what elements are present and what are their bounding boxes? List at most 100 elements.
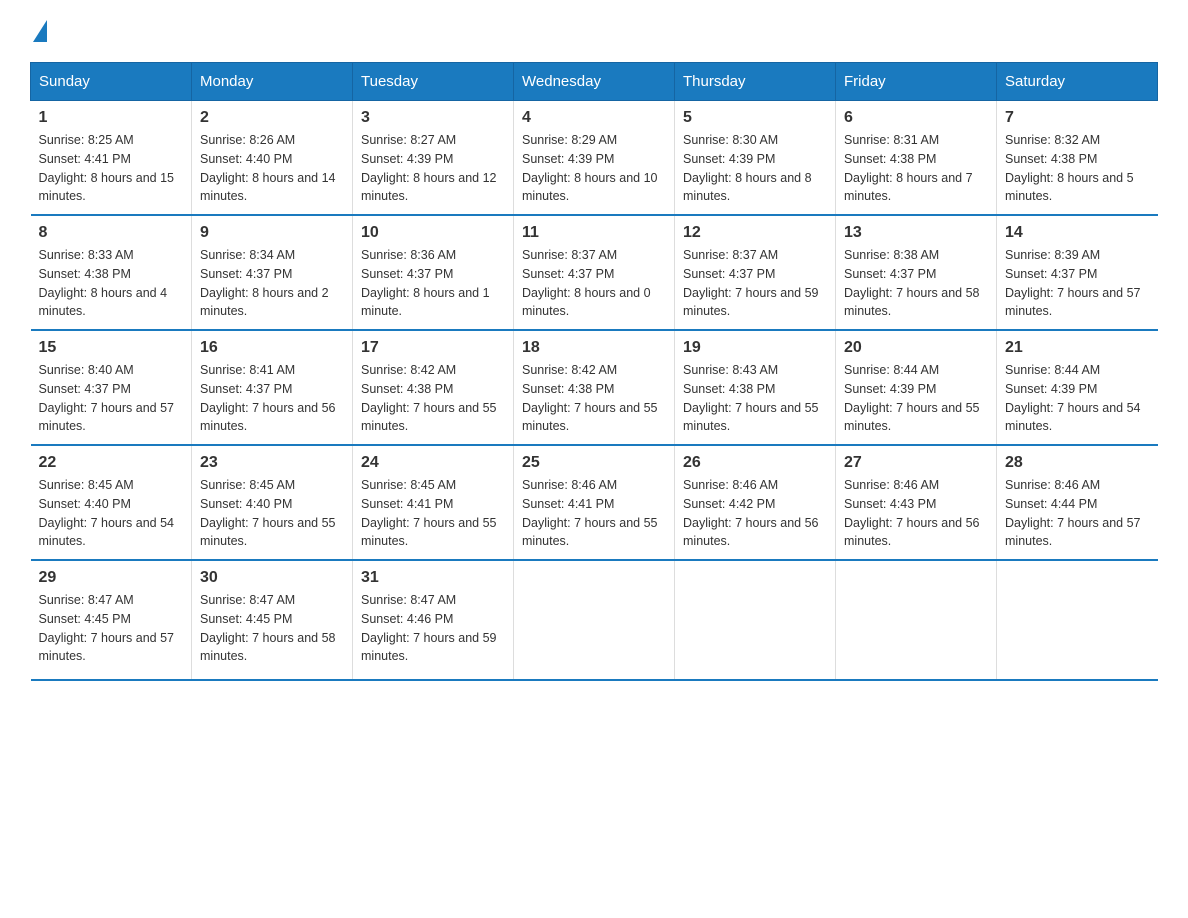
calendar-cell: 3Sunrise: 8:27 AMSunset: 4:39 PMDaylight…	[353, 101, 514, 216]
calendar-cell: 7 Sunrise: 8:32 AMSunset: 4:38 PMDaylight…	[997, 101, 1158, 216]
weekday-header-tuesday: Tuesday	[353, 63, 514, 101]
day-number: 17	[361, 339, 505, 357]
calendar-cell: 6Sunrise: 8:31 AMSunset: 4:38 PMDaylight…	[836, 101, 997, 216]
day-info: Sunrise: 8:46 AMSunset: 4:44 PMDaylight:…	[1005, 476, 1150, 551]
calendar-cell: 29 Sunrise: 8:47 AMSunset: 4:45 PMDayligh…	[31, 560, 192, 680]
calendar-week-row: 29 Sunrise: 8:47 AMSunset: 4:45 PMDayligh…	[31, 560, 1158, 680]
day-info: Sunrise: 8:42 AMSunset: 4:38 PMDaylight:…	[361, 361, 505, 436]
day-number: 19	[683, 339, 827, 357]
day-number: 20	[844, 339, 988, 357]
day-info: Sunrise: 8:39 AMSunset: 4:37 PMDaylight:…	[1005, 246, 1150, 321]
calendar-cell: 14 Sunrise: 8:39 AMSunset: 4:37 PMDayligh…	[997, 215, 1158, 330]
logo-triangle-icon	[33, 20, 47, 42]
day-info: Sunrise: 8:32 AMSunset: 4:38 PMDaylight:…	[1005, 131, 1150, 206]
calendar-cell: 27 Sunrise: 8:46 AMSunset: 4:43 PMDayligh…	[836, 445, 997, 560]
weekday-header-saturday: Saturday	[997, 63, 1158, 101]
calendar-cell: 1 Sunrise: 8:25 AMSunset: 4:41 PMDaylight…	[31, 101, 192, 216]
weekday-header-monday: Monday	[192, 63, 353, 101]
day-info: Sunrise: 8:46 AMSunset: 4:41 PMDaylight:…	[522, 476, 666, 551]
day-number: 21	[1005, 339, 1150, 357]
weekday-header-wednesday: Wednesday	[514, 63, 675, 101]
day-info: Sunrise: 8:44 AMSunset: 4:39 PMDaylight:…	[1005, 361, 1150, 436]
calendar-body: 1 Sunrise: 8:25 AMSunset: 4:41 PMDaylight…	[31, 101, 1158, 681]
day-info: Sunrise: 8:30 AMSunset: 4:39 PMDaylight:…	[683, 131, 827, 206]
day-number: 8	[39, 224, 184, 242]
day-number: 22	[39, 454, 184, 472]
calendar-cell: 23Sunrise: 8:45 AMSunset: 4:40 PMDayligh…	[192, 445, 353, 560]
day-number: 11	[522, 224, 666, 242]
weekday-header-thursday: Thursday	[675, 63, 836, 101]
calendar-cell: 30Sunrise: 8:47 AMSunset: 4:45 PMDayligh…	[192, 560, 353, 680]
calendar-cell: 16 Sunrise: 8:41 AMSunset: 4:37 PMDayligh…	[192, 330, 353, 445]
calendar-cell	[997, 560, 1158, 680]
day-info: Sunrise: 8:41 AMSunset: 4:37 PMDaylight:…	[200, 361, 344, 436]
day-number: 12	[683, 224, 827, 242]
day-number: 18	[522, 339, 666, 357]
calendar-cell: 21 Sunrise: 8:44 AMSunset: 4:39 PMDayligh…	[997, 330, 1158, 445]
calendar-cell: 25 Sunrise: 8:46 AMSunset: 4:41 PMDayligh…	[514, 445, 675, 560]
day-number: 1	[39, 109, 184, 127]
day-number: 10	[361, 224, 505, 242]
calendar-week-row: 22 Sunrise: 8:45 AMSunset: 4:40 PMDayligh…	[31, 445, 1158, 560]
day-number: 13	[844, 224, 988, 242]
day-info: Sunrise: 8:26 AMSunset: 4:40 PMDaylight:…	[200, 131, 344, 206]
calendar-cell: 17 Sunrise: 8:42 AMSunset: 4:38 PMDayligh…	[353, 330, 514, 445]
day-info: Sunrise: 8:45 AMSunset: 4:40 PMDaylight:…	[200, 476, 344, 551]
calendar-cell: 31Sunrise: 8:47 AMSunset: 4:46 PMDayligh…	[353, 560, 514, 680]
calendar-cell: 18 Sunrise: 8:42 AMSunset: 4:38 PMDayligh…	[514, 330, 675, 445]
calendar-cell: 12 Sunrise: 8:37 AMSunset: 4:37 PMDayligh…	[675, 215, 836, 330]
day-info: Sunrise: 8:40 AMSunset: 4:37 PMDaylight:…	[39, 361, 184, 436]
day-info: Sunrise: 8:47 AMSunset: 4:45 PMDaylight:…	[200, 591, 344, 666]
day-number: 27	[844, 454, 988, 472]
day-info: Sunrise: 8:27 AMSunset: 4:39 PMDaylight:…	[361, 131, 505, 206]
day-number: 9	[200, 224, 344, 242]
day-number: 28	[1005, 454, 1150, 472]
day-info: Sunrise: 8:29 AMSunset: 4:39 PMDaylight:…	[522, 131, 666, 206]
day-number: 16	[200, 339, 344, 357]
day-number: 29	[39, 569, 184, 587]
day-info: Sunrise: 8:45 AMSunset: 4:40 PMDaylight:…	[39, 476, 184, 551]
day-number: 25	[522, 454, 666, 472]
day-number: 26	[683, 454, 827, 472]
weekday-header-sunday: Sunday	[31, 63, 192, 101]
logo	[30, 20, 50, 42]
day-number: 24	[361, 454, 505, 472]
calendar-week-row: 1 Sunrise: 8:25 AMSunset: 4:41 PMDaylight…	[31, 101, 1158, 216]
calendar-cell: 20 Sunrise: 8:44 AMSunset: 4:39 PMDayligh…	[836, 330, 997, 445]
calendar-cell: 28 Sunrise: 8:46 AMSunset: 4:44 PMDayligh…	[997, 445, 1158, 560]
day-number: 7	[1005, 109, 1150, 127]
day-info: Sunrise: 8:25 AMSunset: 4:41 PMDaylight:…	[39, 131, 184, 206]
day-info: Sunrise: 8:33 AMSunset: 4:38 PMDaylight:…	[39, 246, 184, 321]
calendar-cell: 22 Sunrise: 8:45 AMSunset: 4:40 PMDayligh…	[31, 445, 192, 560]
day-info: Sunrise: 8:42 AMSunset: 4:38 PMDaylight:…	[522, 361, 666, 436]
calendar-week-row: 15 Sunrise: 8:40 AMSunset: 4:37 PMDayligh…	[31, 330, 1158, 445]
weekday-header-friday: Friday	[836, 63, 997, 101]
calendar-cell: 10Sunrise: 8:36 AMSunset: 4:37 PMDayligh…	[353, 215, 514, 330]
day-number: 15	[39, 339, 184, 357]
calendar-cell: 24Sunrise: 8:45 AMSunset: 4:41 PMDayligh…	[353, 445, 514, 560]
calendar-cell: 8 Sunrise: 8:33 AMSunset: 4:38 PMDaylight…	[31, 215, 192, 330]
day-info: Sunrise: 8:38 AMSunset: 4:37 PMDaylight:…	[844, 246, 988, 321]
calendar-cell: 15 Sunrise: 8:40 AMSunset: 4:37 PMDayligh…	[31, 330, 192, 445]
day-info: Sunrise: 8:46 AMSunset: 4:43 PMDaylight:…	[844, 476, 988, 551]
day-info: Sunrise: 8:37 AMSunset: 4:37 PMDaylight:…	[683, 246, 827, 321]
day-info: Sunrise: 8:34 AMSunset: 4:37 PMDaylight:…	[200, 246, 344, 321]
calendar-cell: 11Sunrise: 8:37 AMSunset: 4:37 PMDayligh…	[514, 215, 675, 330]
calendar-cell	[675, 560, 836, 680]
page-header	[30, 20, 1158, 42]
calendar-cell: 13 Sunrise: 8:38 AMSunset: 4:37 PMDayligh…	[836, 215, 997, 330]
day-number: 5	[683, 109, 827, 127]
day-info: Sunrise: 8:31 AMSunset: 4:38 PMDaylight:…	[844, 131, 988, 206]
day-info: Sunrise: 8:46 AMSunset: 4:42 PMDaylight:…	[683, 476, 827, 551]
day-info: Sunrise: 8:44 AMSunset: 4:39 PMDaylight:…	[844, 361, 988, 436]
calendar-cell	[836, 560, 997, 680]
day-info: Sunrise: 8:47 AMSunset: 4:46 PMDaylight:…	[361, 591, 505, 666]
calendar-table: SundayMondayTuesdayWednesdayThursdayFrid…	[30, 62, 1158, 681]
calendar-cell: 4Sunrise: 8:29 AMSunset: 4:39 PMDaylight…	[514, 101, 675, 216]
day-number: 14	[1005, 224, 1150, 242]
day-info: Sunrise: 8:47 AMSunset: 4:45 PMDaylight:…	[39, 591, 184, 666]
weekday-header-row: SundayMondayTuesdayWednesdayThursdayFrid…	[31, 63, 1158, 101]
day-info: Sunrise: 8:43 AMSunset: 4:38 PMDaylight:…	[683, 361, 827, 436]
calendar-header: SundayMondayTuesdayWednesdayThursdayFrid…	[31, 63, 1158, 101]
calendar-cell: 9 Sunrise: 8:34 AMSunset: 4:37 PMDaylight…	[192, 215, 353, 330]
